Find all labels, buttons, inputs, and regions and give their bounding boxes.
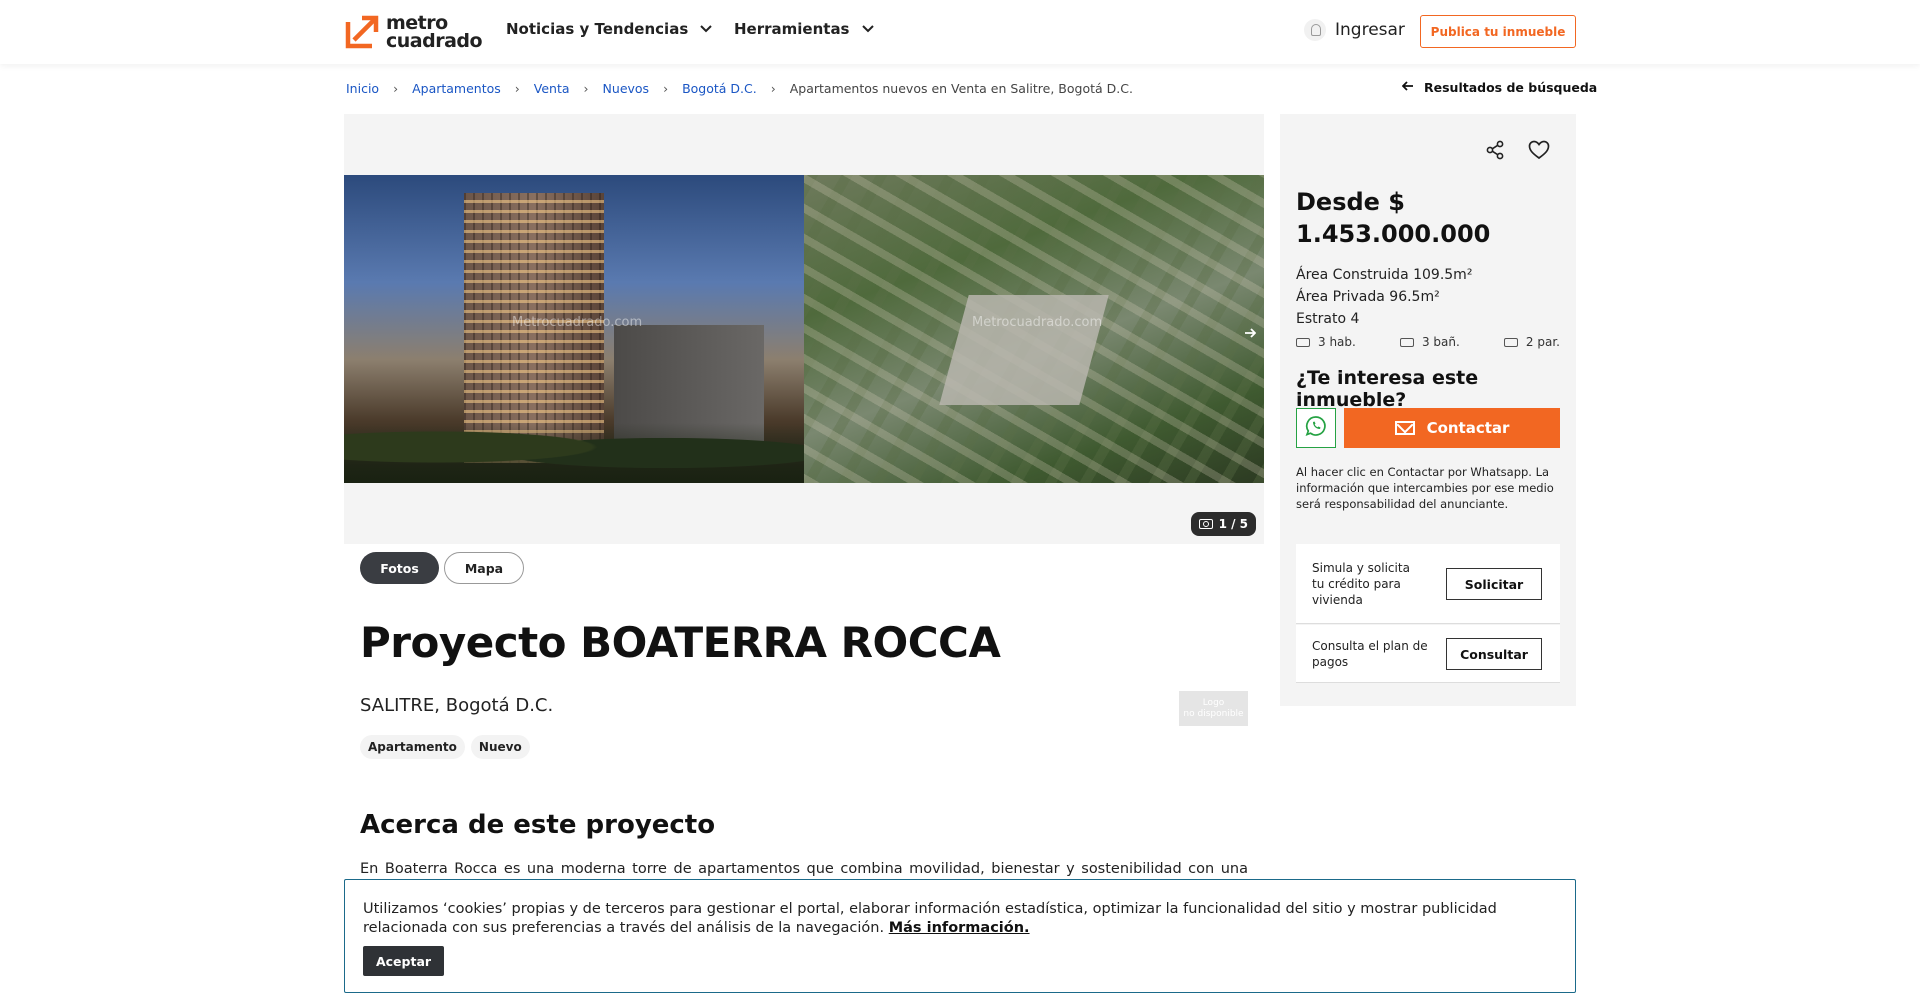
mail-icon: [1394, 421, 1415, 435]
breadcrumb-inicio[interactable]: Inicio: [346, 81, 379, 96]
nav-herramientas-label: Herramientas: [734, 20, 850, 38]
contact-button[interactable]: Contactar: [1344, 408, 1560, 448]
chevron-down-icon: [861, 23, 874, 36]
request-credit-button[interactable]: Solicitar: [1446, 568, 1542, 600]
developer-logo-placeholder: Logo no disponible: [1179, 691, 1248, 726]
about-text: En Boaterra Rocca es una moderna torre d…: [360, 861, 1248, 877]
breadcrumb-separator: ›: [583, 81, 589, 96]
logo-wordmark: metro cuadrado: [386, 14, 483, 52]
accept-cookies-button[interactable]: Aceptar: [363, 946, 444, 976]
gallery-watermark: Metrocuadrado.com: [512, 315, 643, 330]
site-header: metro cuadrado Noticias y Tendencias Her…: [0, 0, 1920, 64]
share-icon[interactable]: [1485, 140, 1505, 164]
listing-title: Proyecto BOATERRA ROCCA: [360, 618, 1001, 667]
offer-payment-plan: Consulta el plan de pagos Consultar: [1296, 625, 1560, 683]
breadcrumb-separator: ›: [770, 81, 776, 96]
cookie-banner-text: Utilizamos ‘cookies’ propias y de tercer…: [363, 900, 1563, 938]
heart-icon[interactable]: [1528, 140, 1550, 164]
stratum: Estrato 4: [1296, 311, 1360, 327]
logo-placeholder-line-2: no disponible: [1183, 709, 1244, 719]
gallery-photo-tower[interactable]: Metrocuadrado.com: [344, 175, 804, 483]
feature-parking: 2 par.: [1503, 335, 1560, 349]
logo-line-2: cuadrado: [386, 30, 483, 52]
check-payment-plan-button[interactable]: Consultar: [1446, 638, 1542, 670]
private-area: Área Privada 96.5m²: [1296, 289, 1440, 305]
listing-price: Desde $ 1.453.000.000: [1296, 188, 1491, 248]
contact-label: Contactar: [1426, 419, 1510, 437]
back-to-results-link[interactable]: Resultados de búsqueda: [1401, 80, 1598, 95]
breadcrumb: Inicio › Apartamentos › Venta › Nuevos ›…: [346, 81, 1133, 96]
metrocuadrado-logo[interactable]: metro cuadrado: [344, 14, 483, 52]
listing-location: SALITRE, Bogotá D.C.: [360, 695, 554, 716]
arrow-right-icon[interactable]: [1244, 323, 1257, 342]
logo-icon: [344, 14, 380, 50]
tab-map[interactable]: Mapa: [444, 552, 524, 584]
camera-icon: [1198, 519, 1213, 529]
tag-condition: Nuevo: [470, 735, 530, 759]
logo-placeholder-line-1: Logo: [1202, 698, 1225, 708]
breadcrumb-current: Apartamentos nuevos en Venta en Salitre,…: [789, 81, 1133, 96]
tag-property-type: Apartamento: [360, 735, 465, 759]
about-title: Acerca de este proyecto: [360, 810, 716, 840]
breadcrumb-separator: ›: [514, 81, 520, 96]
breadcrumb-bogota[interactable]: Bogotá D.C.: [682, 81, 757, 96]
offer-credit: Simula y solicita tu crédito para vivien…: [1296, 544, 1560, 624]
parking-label: 2 par.: [1525, 335, 1560, 349]
gallery-watermark: Metrocuadrado.com: [972, 315, 1103, 330]
whatsapp-button[interactable]: [1296, 408, 1336, 448]
rooms-label: 3 hab.: [1318, 335, 1356, 349]
gallery-photo-aerial[interactable]: Metrocuadrado.com: [804, 175, 1264, 483]
bath-icon: [1399, 337, 1414, 347]
back-to-results-label: Resultados de búsqueda: [1424, 80, 1598, 95]
listing-features: 3 hab. 3 bañ. 2 par.: [1296, 335, 1560, 349]
photo-counter-text: 1 / 5: [1218, 517, 1248, 531]
listing-tags: Apartamento Nuevo: [360, 735, 536, 759]
nav-noticias-label: Noticias y Tendencias: [506, 20, 689, 38]
breadcrumb-separator: ›: [663, 81, 669, 96]
baths-label: 3 bañ.: [1421, 335, 1460, 349]
nav-herramientas[interactable]: Herramientas: [734, 20, 874, 38]
feature-baths: 3 bañ.: [1399, 335, 1460, 349]
arrow-left-icon: [1401, 80, 1414, 95]
chevron-down-icon: [700, 23, 712, 36]
feature-rooms: 3 hab.: [1296, 335, 1356, 349]
breadcrumb-separator: ›: [393, 81, 399, 96]
price-sidebar: Desde $ 1.453.000.000 Área Construida 10…: [1280, 114, 1576, 706]
interest-title: ¿Te interesa este inmueble?: [1296, 367, 1479, 411]
whatsapp-disclaimer: Al hacer clic en Contactar por Whatsapp.…: [1296, 465, 1554, 511]
publish-property-button[interactable]: Publica tu inmueble: [1420, 15, 1576, 48]
tab-photos[interactable]: Fotos: [360, 552, 439, 584]
offer-credit-text: Simula y solicita tu crédito para vivien…: [1312, 561, 1410, 607]
photo-counter: 1 / 5: [1190, 512, 1256, 536]
breadcrumb-nuevos[interactable]: Nuevos: [603, 81, 650, 96]
photo-gallery[interactable]: Metrocuadrado.com Metrocuadrado.com 1 / …: [344, 114, 1264, 544]
built-area: Área Construida 109.5m²: [1296, 267, 1473, 283]
nav-noticias[interactable]: Noticias y Tendencias: [506, 20, 712, 38]
cookie-more-info-link[interactable]: Más información.: [889, 920, 1030, 936]
login-link[interactable]: Ingresar: [1304, 19, 1405, 41]
photo-aerial-plaza: [939, 295, 1109, 405]
photo-trees: [344, 423, 804, 483]
listing-facts: Área Construida 109.5m² Área Privada 96.…: [1296, 264, 1472, 330]
login-label: Ingresar: [1335, 20, 1405, 40]
bed-icon: [1296, 337, 1310, 347]
offer-payment-plan-text: Consulta el plan de pagos: [1312, 639, 1428, 669]
car-icon: [1503, 337, 1518, 347]
whatsapp-icon: [1305, 415, 1327, 441]
breadcrumb-apartamentos[interactable]: Apartamentos: [412, 81, 501, 96]
cookie-banner: Utilizamos ‘cookies’ propias y de tercer…: [344, 879, 1576, 993]
breadcrumb-venta[interactable]: Venta: [534, 81, 570, 96]
user-icon: [1304, 19, 1326, 41]
